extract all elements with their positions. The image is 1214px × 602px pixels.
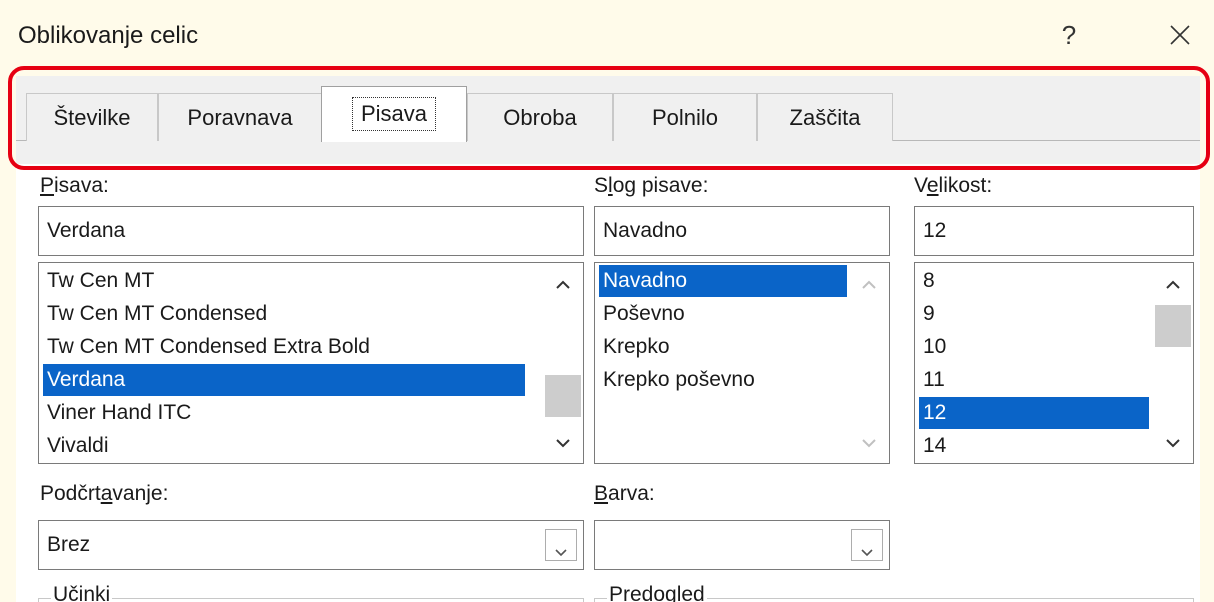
preview-group: Predogled <box>594 583 1194 602</box>
font-style-input[interactable]: Navadno <box>594 206 890 256</box>
color-dropdown-button[interactable] <box>851 529 883 561</box>
font-style-item-selected[interactable]: Navadno <box>599 265 847 297</box>
font-style-scrollbar[interactable] <box>849 263 889 463</box>
color-dropdown[interactable] <box>594 520 890 570</box>
tab-stevilke[interactable]: Številke <box>26 93 158 141</box>
scroll-thumb[interactable] <box>545 375 581 417</box>
dialog-title: Oblikovanje celic <box>18 22 199 49</box>
tab-zascita[interactable]: Zaščita <box>757 93 893 141</box>
scroll-down-button[interactable] <box>543 427 583 459</box>
chevron-down-icon <box>556 439 570 448</box>
close-button[interactable] <box>1163 18 1197 52</box>
chevron-down-icon <box>862 439 876 448</box>
size-list[interactable]: 8 9 10 11 12 14 <box>914 262 1194 464</box>
font-style-list[interactable]: Navadno Poševno Krepko Krepko poševno <box>594 262 890 464</box>
font-list[interactable]: Tw Cen MT Tw Cen MT Condensed Tw Cen MT … <box>38 262 584 464</box>
tab-label: Številke <box>53 105 131 130</box>
chevron-down-icon <box>861 549 873 557</box>
scroll-up-button[interactable] <box>849 269 889 301</box>
tab-pisava[interactable]: Pisava <box>321 86 467 142</box>
size-list-item[interactable]: 14 <box>919 430 1149 462</box>
size-list-scrollbar[interactable] <box>1153 263 1193 463</box>
scroll-down-button[interactable] <box>1153 427 1193 459</box>
tab-label: Zaščita <box>789 105 861 130</box>
scroll-up-button[interactable] <box>1153 269 1193 301</box>
underline-label-accel: a <box>100 482 113 505</box>
chevron-up-icon <box>1166 280 1180 289</box>
font-style-label-pre: S <box>594 174 609 197</box>
font-list-item-selected[interactable]: Verdana <box>43 364 525 396</box>
tab-polnilo[interactable]: Polnilo <box>613 93 757 141</box>
font-style-label: Slog pisave: <box>594 174 708 198</box>
underline-label: Podčrtavanje: <box>40 482 168 506</box>
size-label-rest: likost: <box>938 174 993 197</box>
chevron-down-icon <box>555 549 567 557</box>
chevron-down-icon <box>1166 439 1180 448</box>
size-list-item[interactable]: 11 <box>919 364 1149 396</box>
font-list-scrollbar[interactable] <box>543 263 583 463</box>
chevron-up-icon <box>862 280 876 289</box>
font-label-accel: P <box>40 174 55 197</box>
format-cells-dialog: Oblikovanje celic ? Številke Poravnava P… <box>0 0 1214 602</box>
color-label-rest: arva: <box>608 482 655 505</box>
effects-legend: Učinki <box>51 583 113 602</box>
scroll-down-button[interactable] <box>849 427 889 459</box>
tab-label: Polnilo <box>651 105 719 130</box>
font-list-item[interactable]: Viner Hand ITC <box>43 397 525 429</box>
underline-label-rest: vanje: <box>112 482 169 505</box>
color-label-accel: B <box>594 482 609 505</box>
font-list-item[interactable]: Vivaldi <box>43 430 525 462</box>
size-label-accel: e <box>926 174 939 197</box>
font-tab-panel: Pisava: Verdana Tw Cen MT Tw Cen MT Cond… <box>16 164 1200 602</box>
size-input[interactable]: 12 <box>914 206 1194 256</box>
underline-label-pre: Podčrt <box>40 482 101 505</box>
scroll-up-button[interactable] <box>543 269 583 301</box>
underline-dropdown-button[interactable] <box>545 529 577 561</box>
chevron-up-icon <box>556 280 570 289</box>
size-list-item[interactable]: 8 <box>919 265 1149 297</box>
font-style-item[interactable]: Poševno <box>599 298 847 330</box>
size-list-item-selected[interactable]: 12 <box>919 397 1149 429</box>
tab-obroba[interactable]: Obroba <box>467 93 613 141</box>
tab-poravnava[interactable]: Poravnava <box>158 93 322 141</box>
color-label: Barva: <box>594 482 655 506</box>
effects-group: Učinki <box>38 583 584 602</box>
close-icon <box>1170 25 1190 45</box>
scroll-thumb[interactable] <box>1155 305 1191 347</box>
font-style-label-rest: og pisave: <box>612 174 709 197</box>
tab-label: Pisava <box>351 97 437 131</box>
help-button[interactable]: ? <box>1055 18 1083 52</box>
size-label-pre: V <box>914 174 927 197</box>
font-label: Pisava: <box>40 174 109 198</box>
font-list-item[interactable]: Tw Cen MT <box>43 265 525 297</box>
underline-value: Brez <box>47 533 91 556</box>
tab-label: Poravnava <box>187 105 293 130</box>
font-list-item[interactable]: Tw Cen MT Condensed <box>43 298 525 330</box>
underline-dropdown[interactable]: Brez <box>38 520 584 570</box>
size-list-item[interactable]: 10 <box>919 331 1149 363</box>
font-label-rest: isava: <box>54 174 109 197</box>
font-list-item[interactable]: Tw Cen MT Condensed Extra Bold <box>43 331 525 363</box>
tab-label: Obroba <box>503 105 577 130</box>
font-name-input[interactable]: Verdana <box>38 206 584 256</box>
font-style-item[interactable]: Krepko poševno <box>599 364 847 396</box>
size-label: Velikost: <box>914 174 992 198</box>
size-list-item[interactable]: 9 <box>919 298 1149 330</box>
font-style-item[interactable]: Krepko <box>599 331 847 363</box>
preview-legend: Predogled <box>607 583 707 602</box>
